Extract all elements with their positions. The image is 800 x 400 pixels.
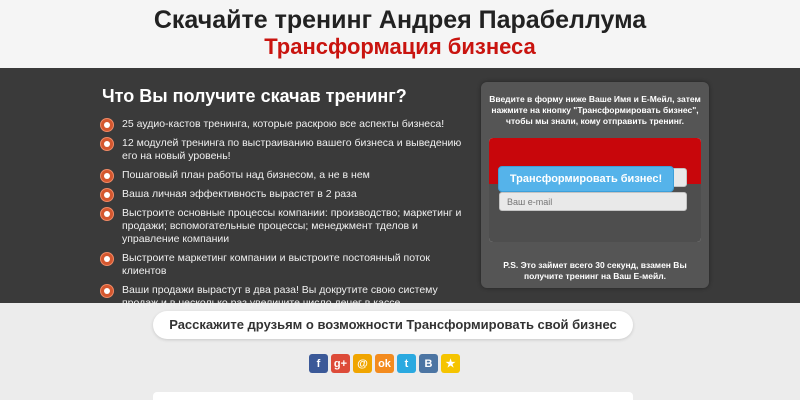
facebook-icon[interactable]: f: [309, 354, 328, 373]
vkontakte-icon[interactable]: B: [419, 354, 438, 373]
email-field[interactable]: [499, 192, 687, 211]
list-item: Пошаговый план работы над бизнесом, а не…: [100, 169, 470, 183]
benefit-text: Ваша личная эффективность вырастет в 2 р…: [122, 188, 357, 200]
list-item: Выстроите маркетинг компании и выстроите…: [100, 252, 470, 278]
twitter-icon[interactable]: t: [397, 354, 416, 373]
page-header: Скачайте тренинг Андрея Парабеллума Тран…: [0, 0, 800, 68]
share-prompt: Расскажите друзьям о возможности Трансфо…: [153, 311, 633, 339]
transform-business-button[interactable]: Трансформировать бизнес!: [498, 166, 674, 192]
benefit-text: Ваши продажи вырастут в два раза! Вы док…: [122, 284, 438, 309]
bullet-icon: [100, 118, 114, 132]
footer-card: [153, 392, 633, 400]
mail-ru-icon[interactable]: @: [353, 354, 372, 373]
list-item: 12 модулей тренинга по выстраиванию ваше…: [100, 137, 470, 163]
benefits-heading: Что Вы получите скачав тренинг?: [102, 86, 407, 106]
odnoklassniki-icon[interactable]: ok: [375, 354, 394, 373]
benefit-text: 12 модулей тренинга по выстраиванию ваше…: [122, 137, 462, 162]
page-title: Скачайте тренинг Андрея Парабеллума: [153, 6, 647, 34]
bullet-icon: [100, 137, 114, 151]
bullet-icon: [100, 252, 114, 266]
benefit-text: Выстроите маркетинг компании и выстроите…: [122, 252, 430, 277]
bullet-icon: [100, 207, 114, 221]
bullet-icon: [100, 169, 114, 183]
benefit-text: Пошаговый план работы над бизнесом, а не…: [122, 169, 370, 181]
list-item: Выстроите основные процессы компании: пр…: [100, 207, 470, 246]
signup-form-panel: Введите в форму ниже Ваше Имя и E-Мейл, …: [481, 82, 709, 288]
bookmark-star-icon[interactable]: ★: [441, 354, 460, 373]
benefits-list: 25 аудио-кастов тренинга, которые раскро…: [100, 118, 470, 316]
benefit-text: 25 аудио-кастов тренинга, которые раскро…: [122, 118, 445, 130]
list-item: 25 аудио-кастов тренинга, которые раскро…: [100, 118, 470, 132]
list-item: Ваши продажи вырастут в два раза! Вы док…: [100, 284, 470, 310]
offer-section: Что Вы получите скачав тренинг? 25 аудио…: [0, 68, 800, 309]
bullet-icon: [100, 188, 114, 202]
social-share-buttons: f g+ @ ok t B ★: [309, 354, 460, 373]
list-item: Ваша личная эффективность вырастет в 2 р…: [100, 188, 470, 202]
google-plus-icon[interactable]: g+: [331, 354, 350, 373]
form-ps-text: P.S. Это займет всего 30 секунд, взамен …: [503, 260, 687, 281]
bullet-icon: [100, 284, 114, 298]
form-intro-text: Введите в форму ниже Ваше Имя и E-Мейл, …: [489, 94, 701, 126]
page-subtitle: Трансформация бизнеса: [264, 34, 536, 59]
benefit-text: Выстроите основные процессы компании: пр…: [122, 207, 462, 245]
